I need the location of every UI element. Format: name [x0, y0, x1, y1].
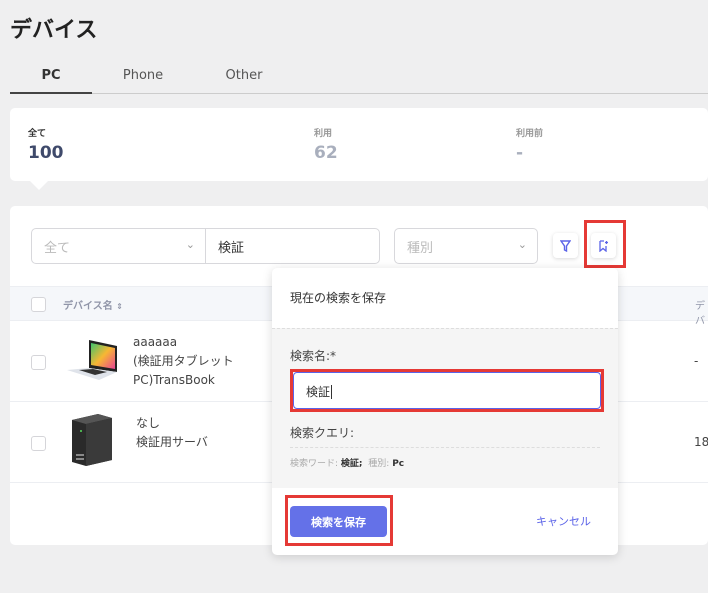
column-label: デバイス名 — [63, 301, 113, 312]
query-type-value: Pc — [392, 459, 405, 469]
stat-label: 利用 — [314, 129, 333, 139]
save-search-button[interactable] — [591, 233, 616, 258]
stat-label: 利用前 — [516, 129, 544, 139]
sort-icon: ⇕ — [116, 302, 123, 311]
text-cursor — [331, 385, 333, 399]
chevron-down-icon: ⌄ — [185, 238, 195, 251]
tab-divider — [10, 93, 708, 94]
stat-value: 62 — [314, 143, 338, 163]
query-word-label: 検索ワード: — [290, 459, 339, 469]
chevron-down-icon: ⌄ — [517, 238, 527, 251]
keyword-input[interactable]: 検証 — [205, 228, 380, 264]
search-query-label: 検索クエリ: — [290, 426, 355, 440]
query-type-label: 種別: — [368, 459, 390, 469]
search-query-summary: 検索ワード: 検証; 種別: Pc — [290, 456, 404, 469]
name-line: PC)TransBook — [133, 373, 215, 387]
bookmark-plus-icon — [599, 239, 608, 252]
device-name[interactable]: aaaaaa (検証用タブレット PC)TransBook — [133, 333, 234, 390]
stat-in-use[interactable]: 利用 62 — [314, 126, 338, 163]
stat-value: - — [516, 143, 524, 163]
stat-before-use[interactable]: 利用前 - — [516, 126, 543, 163]
save-search-popup: 現在の検索を保存 検索名:* 検証 検索クエリ: 検索ワード: 検証; 種別: … — [272, 268, 618, 555]
scope-value: 全て — [44, 240, 71, 256]
row-col2: 18 — [694, 435, 708, 449]
search-name-value: 検証 — [306, 385, 331, 399]
search-name-input[interactable]: 検証 — [293, 372, 601, 409]
stat-all[interactable]: 全て 100 — [28, 126, 64, 163]
page-title: デバイス — [10, 18, 98, 43]
name-line: aaaaaa — [133, 335, 178, 349]
scope-select[interactable]: 全て ⌄ — [31, 228, 206, 264]
filter-button[interactable] — [553, 233, 578, 258]
query-word-value: 検証; — [340, 459, 363, 469]
name-line: なし — [136, 416, 161, 430]
type-select[interactable]: 種別 ⌄ — [394, 228, 538, 264]
popup-title: 現在の検索を保存 — [290, 291, 387, 305]
row-checkbox[interactable] — [31, 436, 46, 451]
tab-phone[interactable]: Phone — [110, 68, 176, 83]
server-tower-icon — [72, 414, 112, 466]
laptop-icon — [67, 340, 117, 380]
stat-value: 100 — [28, 143, 64, 163]
column-device-name[interactable]: デバイス名 ⇕ — [63, 297, 123, 312]
row-col2: - — [694, 354, 699, 368]
name-line: (検証用タブレット — [133, 354, 234, 368]
row-checkbox[interactable] — [31, 355, 46, 370]
stat-pointer — [30, 181, 48, 190]
cancel-button[interactable]: キャンセル — [536, 513, 591, 529]
save-search-submit-button[interactable]: 検索を保存 — [290, 506, 387, 537]
select-all-checkbox[interactable] — [31, 297, 46, 312]
name-line: 検証用サーバ — [136, 435, 208, 449]
device-name[interactable]: なし 検証用サーバ — [136, 414, 208, 452]
popup-body: 検索名:* 検証 検索クエリ: 検索ワード: 検証; 種別: Pc — [272, 328, 618, 488]
stat-label: 全て — [28, 129, 47, 139]
tab-pc[interactable]: PC — [10, 68, 92, 83]
type-placeholder: 種別 — [407, 240, 434, 256]
stats-card: 全て 100 利用 62 利用前 - — [10, 108, 708, 190]
tab-other[interactable]: Other — [210, 68, 278, 83]
search-name-label: 検索名:* — [290, 349, 337, 363]
filter-icon — [560, 239, 571, 252]
tab-active-indicator — [10, 92, 92, 94]
query-divider — [290, 447, 600, 448]
